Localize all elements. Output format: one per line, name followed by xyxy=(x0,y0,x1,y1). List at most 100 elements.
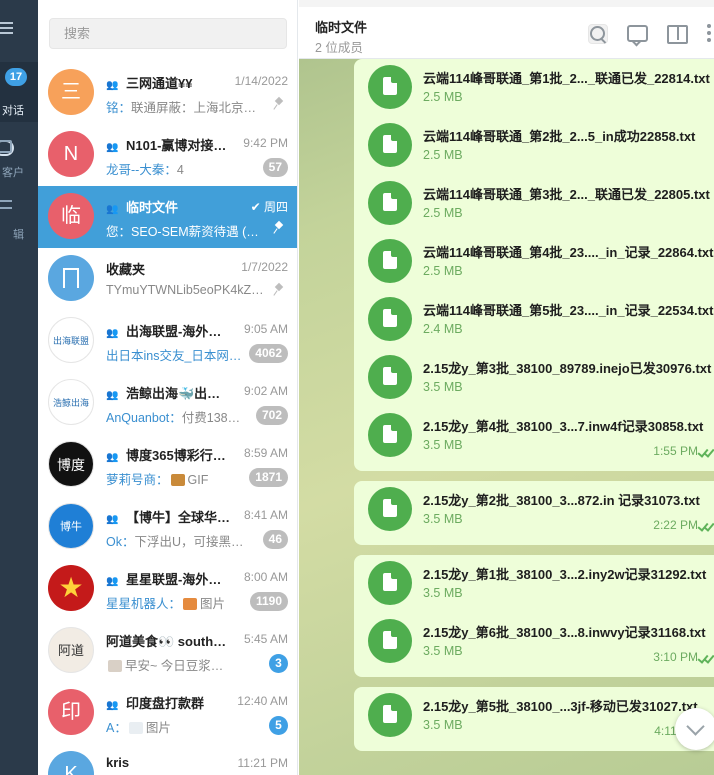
chat-list-item[interactable]: 三 👥 三网通道¥¥ 1/14/2022 铭：联通屏蔽：上海北京… xyxy=(38,62,297,124)
file-name: 云端114峰哥联通_第2批_2...5_in成功22858.txt xyxy=(423,129,696,144)
chat-name: 👥 印度盘打款群 xyxy=(106,693,234,712)
rail-tab-edit[interactable]: 辑 xyxy=(0,188,38,248)
file-size: 2.5 MB xyxy=(423,90,463,104)
chat-time: 9:42 PM xyxy=(243,136,288,150)
unread-count: 4062 xyxy=(249,344,288,363)
file-document-icon[interactable] xyxy=(368,561,412,605)
chat-preview: Ok：下浮出U，可接黑… xyxy=(106,531,266,550)
file-message[interactable]: 2.15龙y_第6批_38100_3...8.inwvy记录31168.txt 3… xyxy=(354,613,714,677)
chat-list-item[interactable]: 浩鲸出海 👥 浩鲸出海🐳出… 9:02 AM AnQuanbot：付费138… 702 xyxy=(38,372,297,434)
avatar: N xyxy=(48,131,94,177)
chat-list-item[interactable]: ★ 👥 星星联盟-海外资… 8:00 AM 星星机器人： 图片 1190 xyxy=(38,558,297,620)
file-message[interactable]: 云端114峰哥联通_第3批_2..._联通已发_22805.txt 2.5 MB xyxy=(354,175,714,233)
unread-count: 1871 xyxy=(249,468,288,487)
preview-text: 图片 xyxy=(145,721,171,735)
scroll-to-bottom-button[interactable] xyxy=(675,708,714,750)
file-document-icon[interactable] xyxy=(368,619,412,663)
rail-tab-label: 对话 xyxy=(2,105,24,117)
menu-icon[interactable] xyxy=(0,22,14,36)
more-menu-icon[interactable] xyxy=(707,24,713,44)
file-size: 2.5 MB xyxy=(423,206,463,220)
bot-commands-icon[interactable] xyxy=(627,24,648,44)
unread-count: 702 xyxy=(255,406,288,425)
file-message[interactable]: 2.15龙y_第2批_38100_3...872.in 记录31073.txt 3… xyxy=(354,481,714,545)
file-message[interactable]: 云端114峰哥联通_第2批_2...5_in成功22858.txt 2.5 MB xyxy=(354,117,714,175)
chat-time: 9:05 AM xyxy=(243,322,288,336)
file-document-icon[interactable] xyxy=(368,65,412,109)
chat-name-text: 印度盘打款群 xyxy=(126,696,205,711)
folder-icon xyxy=(0,140,12,153)
file-message[interactable]: 云端114峰哥联通_第4批_23...._in_记录_22864.txt 2.5 … xyxy=(354,233,714,291)
chat-name-text: N101-赢博对接… xyxy=(126,138,227,153)
chat-list-item[interactable]: N 👥 N101-赢博对接… 9:42 PM 龙哥--大秦：4 57 xyxy=(38,124,297,186)
preview-sender: 龙哥--大秦： xyxy=(106,163,177,177)
file-document-icon[interactable] xyxy=(368,487,412,531)
chat-preview: A： 图片 xyxy=(106,717,266,736)
chat-name: 👥 出海联盟-海外资… xyxy=(106,321,234,340)
chat-time: 8:00 AM xyxy=(243,570,288,584)
file-name: 2.15龙y_第4批_38100_3...7.inw4f记录30858.txt xyxy=(423,419,704,434)
chat-list-item[interactable]: 阿道 阿道美食👀 south… 5:45 AM 早安~ 今日豆浆… 3 xyxy=(38,620,297,682)
file-size: 2.5 MB xyxy=(423,148,463,162)
media-thumbnail xyxy=(170,474,185,486)
preview-sender: 您： xyxy=(106,225,132,239)
file-message[interactable]: 2.15龙y_第4批_38100_3...7.inw4f记录30858.txt 3… xyxy=(354,407,714,471)
chat-name-text: 收藏夹 xyxy=(106,262,146,277)
avatar: 临 xyxy=(48,193,94,239)
unread-count: 57 xyxy=(262,158,288,177)
search-input[interactable]: 搜索 xyxy=(49,18,287,49)
file-name: 2.15龙y_第6批_38100_3...8.inwvy记录31168.txt xyxy=(423,625,706,640)
file-size: 2.5 MB xyxy=(423,264,463,278)
chat-list-item[interactable]: 出海联盟 👥 出海联盟-海外资… 9:05 AM 出日本ins交友_日本网… 4062 xyxy=(38,310,297,372)
read-checkmarks-icon xyxy=(698,447,714,457)
chat-name-text: 博度365博彩行… xyxy=(126,448,226,463)
file-document-icon[interactable] xyxy=(368,355,412,399)
avatar: K xyxy=(48,751,94,775)
group-icon: 👥 xyxy=(106,328,119,339)
file-message[interactable]: 2.15龙y_第5批_38100_...3jf-移动已发31027.txt 3.5… xyxy=(354,687,714,751)
file-document-icon[interactable] xyxy=(368,181,412,225)
file-document-icon[interactable] xyxy=(368,693,412,737)
message-time: 3:10 PM xyxy=(653,650,698,664)
file-message[interactable]: 2.15龙y_第1批_38100_3...2.iny2w记录31292.txt 3… xyxy=(354,555,714,613)
chat-list-item[interactable]: 博牛 👥 【博牛】全球华人… 8:41 AM Ok：下浮出U，可接黑… 46 xyxy=(38,496,297,558)
chat-time: 5:45 AM xyxy=(243,632,288,646)
group-icon: 👥 xyxy=(106,452,119,463)
chat-name-text: kris xyxy=(106,755,130,770)
preview-sender: 出日本ins交友_日本网… xyxy=(106,349,242,363)
chat-list-item[interactable]: 博度 👥 博度365博彩行… 8:59 AM 萝莉号商： GIF 1871 xyxy=(38,434,297,496)
rail-tab-label: 辑 xyxy=(13,229,24,241)
search-icon[interactable] xyxy=(588,24,608,44)
file-document-icon[interactable] xyxy=(368,239,412,283)
unread-count: 46 xyxy=(262,530,288,549)
file-name: 2.15龙y_第2批_38100_3...872.in 记录31073.txt xyxy=(423,493,700,508)
chat-list-item[interactable]: 印 👥 印度盘打款群 12:40 AM A： 图片 5 xyxy=(38,682,297,744)
file-document-icon[interactable] xyxy=(368,123,412,167)
file-document-icon[interactable] xyxy=(368,297,412,341)
file-name: 云端114峰哥联通_第3批_2..._联通已发_22805.txt xyxy=(423,187,710,202)
group-icon: 👥 xyxy=(106,80,119,91)
preview-text: TYmuYTWNLib5eoPK4kZ… xyxy=(106,283,264,297)
preview-sender: 星星机器人： xyxy=(106,597,182,611)
preview-text: GIF xyxy=(187,473,209,487)
avatar: ★ xyxy=(48,565,94,611)
chat-title[interactable]: 临时文件 xyxy=(315,17,367,36)
chat-preview: 龙哥--大秦：4 xyxy=(106,159,266,178)
file-message[interactable]: 2.15龙y_第3批_38100_89789.inejo已发30976.txt 3… xyxy=(354,349,714,407)
chat-list-item[interactable]: Kkris 11:21 PM xyxy=(38,744,297,775)
chat-preview: 早安~ 今日豆浆… xyxy=(106,655,266,674)
sidebar-toggle-icon[interactable] xyxy=(667,24,688,44)
preview-text: SEO-SEM薪资待遇 (… xyxy=(131,225,259,239)
file-message[interactable]: 云端114峰哥联通_第1批_2..._联通已发_22814.txt 2.5 MB xyxy=(354,59,714,117)
chat-list-item[interactable]: 临 👥 临时文件 ✔ 周四 您：SEO-SEM薪资待遇 (… xyxy=(38,186,297,248)
avatar xyxy=(48,255,94,301)
chat-name: 👥 临时文件 xyxy=(106,197,234,216)
file-name: 2.15龙y_第3批_38100_89789.inejo已发30976.txt xyxy=(423,361,712,376)
chat-name-text: 浩鲸出海🐳出… xyxy=(126,386,221,401)
file-message[interactable]: 云端114峰哥联通_第5批_23...._in_记录_22534.txt 2.4 … xyxy=(354,291,714,349)
chat-list-item[interactable]: 收藏夹 1/7/2022 TYmuYTWNLib5eoPK4kZ… xyxy=(38,248,297,310)
media-thumbnail xyxy=(128,722,143,734)
file-document-icon[interactable] xyxy=(368,413,412,457)
preview-text: 下浮出U，可接黑… xyxy=(134,535,244,549)
rail-tab-customers[interactable]: 客户 xyxy=(0,126,38,186)
